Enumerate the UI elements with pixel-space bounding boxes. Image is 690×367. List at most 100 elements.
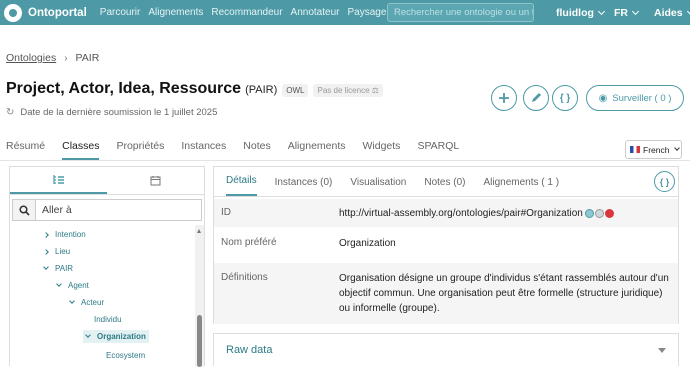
chevron-right-icon	[43, 248, 49, 255]
ontology-tabs: Résumé Classes Propriétés Instances Note…	[6, 140, 476, 160]
tab-classes[interactable]: Classes	[62, 140, 100, 160]
tab-instances[interactable]: Instances	[181, 140, 226, 160]
json-icon: { }	[659, 176, 670, 187]
class-json-button[interactable]: { }	[654, 171, 675, 192]
tab-tree-view[interactable]	[10, 167, 107, 194]
nav-landscape[interactable]: Paysage	[347, 7, 386, 18]
breadcrumb-ontologies[interactable]: Ontologies	[6, 52, 56, 64]
nav-browse[interactable]: Parcourir	[100, 7, 141, 18]
breadcrumb: Ontologies › PAIR	[6, 52, 99, 64]
tree-node[interactable]: PAIR	[43, 264, 74, 273]
chevron-right-icon	[43, 231, 49, 238]
license-text: Pas de licence	[317, 86, 370, 95]
tree-node-label: Intention	[55, 230, 86, 239]
tab-summary[interactable]: Résumé	[6, 140, 45, 160]
tree-node-label: Acteur	[81, 298, 105, 307]
class-tree-panel: Aller à Intention Lieu PAIR Agent Acteur…	[9, 166, 205, 367]
link-icon[interactable]	[594, 208, 604, 218]
tab-visualization[interactable]: Visualisation	[350, 177, 406, 196]
tree-node-label: PAIR	[55, 264, 74, 273]
ontology-search-input[interactable]: Rechercher une ontologie ou un terme	[387, 3, 534, 22]
tree-node-selected[interactable]: Organization	[83, 330, 149, 343]
tab-class-instances[interactable]: Instances (0)	[275, 177, 333, 196]
id-value: http://virtual-assembly.org/ontologies/p…	[339, 206, 615, 221]
tab-sparql[interactable]: SPARQL	[417, 140, 459, 160]
user-menu[interactable]: fluidlog	[556, 0, 605, 25]
logo-icon	[4, 3, 22, 22]
language-code: FR	[614, 6, 628, 19]
definition-label: Définitions	[221, 272, 268, 283]
scroll-up-icon[interactable]	[197, 229, 201, 233]
tree-view-tabs	[10, 167, 204, 195]
chevron-down-icon	[597, 7, 605, 15]
tree-node-label: Ecosystem	[106, 351, 146, 360]
class-uri[interactable]: http://virtual-assembly.org/ontologies/p…	[339, 208, 583, 219]
id-label: ID	[221, 207, 231, 218]
tab-details[interactable]: Détails	[226, 175, 257, 196]
subscribe-label: Surveiller ( 0 )	[612, 92, 672, 104]
tab-widgets[interactable]: Widgets	[363, 140, 401, 160]
tree-node-label: Lieu	[55, 247, 71, 256]
tab-class-mappings[interactable]: Alignements ( 1 )	[483, 177, 559, 196]
definition-value: Organisation désigne un groupe d'individ…	[339, 273, 669, 314]
tree-node[interactable]: Acteur	[69, 298, 105, 307]
page-title: Project, Actor, Idea, Ressource	[6, 80, 242, 97]
tree-node-label: Organization	[97, 332, 146, 341]
detail-tabs: Détails Instances (0) Visualisation Note…	[214, 167, 678, 197]
add-button[interactable]	[491, 85, 517, 111]
chevron-down-icon	[674, 145, 681, 151]
ontology-header: Project, Actor, Idea, Ressource (PAIR) O…	[6, 80, 383, 98]
tree-node[interactable]: Agent	[56, 281, 89, 290]
eye-icon: ◉	[598, 92, 608, 104]
subscribe-button[interactable]: ◉ Surveiller ( 0 )	[586, 85, 684, 111]
detail-row-preflabel: Nom préféré Organization	[214, 227, 678, 263]
tab-notes[interactable]: Notes	[243, 140, 270, 160]
tab-mappings[interactable]: Alignements	[288, 140, 346, 160]
tab-properties[interactable]: Propriétés	[116, 140, 164, 160]
edit-button[interactable]	[523, 85, 549, 111]
chevron-down-icon	[85, 332, 91, 338]
tree-node[interactable]: Individu	[94, 315, 122, 324]
content-language-value: French	[643, 144, 670, 155]
tab-date-view[interactable]	[107, 167, 204, 194]
nav-recommender[interactable]: Recommandeur	[211, 7, 282, 18]
help-menu[interactable]: Aides	[654, 0, 690, 25]
nav-annotator[interactable]: Annotateur	[291, 7, 340, 18]
class-detail-panel: Détails Instances (0) Visualisation Note…	[213, 166, 679, 324]
tree-node-label: Individu	[94, 315, 122, 324]
scale-icon: ⚖	[371, 86, 379, 95]
tree-node[interactable]: Lieu	[43, 247, 71, 256]
json-button[interactable]: { }	[552, 85, 578, 111]
copy-icon[interactable]	[584, 208, 594, 218]
tree-node[interactable]: Intention	[43, 230, 86, 239]
scrollbar-thumb[interactable]	[197, 315, 202, 367]
french-flag-icon	[630, 146, 640, 153]
help-label: Aides	[654, 6, 683, 19]
tree-list-icon	[52, 175, 64, 184]
submission-date: Date de la dernière soumission le 1 juil…	[20, 107, 218, 118]
history-icon: ↻	[6, 107, 15, 118]
plus-icon	[499, 93, 509, 103]
nav-mappings[interactable]: Alignements	[148, 7, 203, 18]
preflabel-label: Nom préféré	[221, 237, 277, 248]
brand-logo[interactable]: Ontoportal	[4, 3, 87, 22]
tree-search-input[interactable]: Aller à	[36, 199, 202, 221]
error-icon[interactable]	[604, 208, 614, 218]
raw-data-panel[interactable]: Raw data	[213, 333, 679, 366]
chevron-down-icon	[69, 298, 75, 304]
ontology-acronym: (PAIR)	[245, 84, 278, 96]
json-icon: { }	[559, 92, 571, 104]
search-icon	[12, 199, 36, 221]
chevron-down-icon	[56, 281, 62, 287]
tab-class-notes[interactable]: Notes (0)	[424, 177, 465, 196]
tabs-divider	[0, 160, 690, 161]
tree-node[interactable]: Ecosystem	[106, 351, 145, 360]
language-menu[interactable]: FR	[614, 0, 640, 25]
tree-scrollbar[interactable]	[195, 225, 204, 367]
user-name: fluidlog	[556, 6, 594, 19]
content-language-select[interactable]: French	[625, 140, 682, 159]
calendar-icon	[150, 176, 161, 186]
tree-node-label: Agent	[68, 281, 89, 290]
submission-info: ↻ Date de la dernière soumission le 1 ju…	[6, 107, 217, 118]
breadcrumb-current: PAIR	[75, 52, 100, 64]
